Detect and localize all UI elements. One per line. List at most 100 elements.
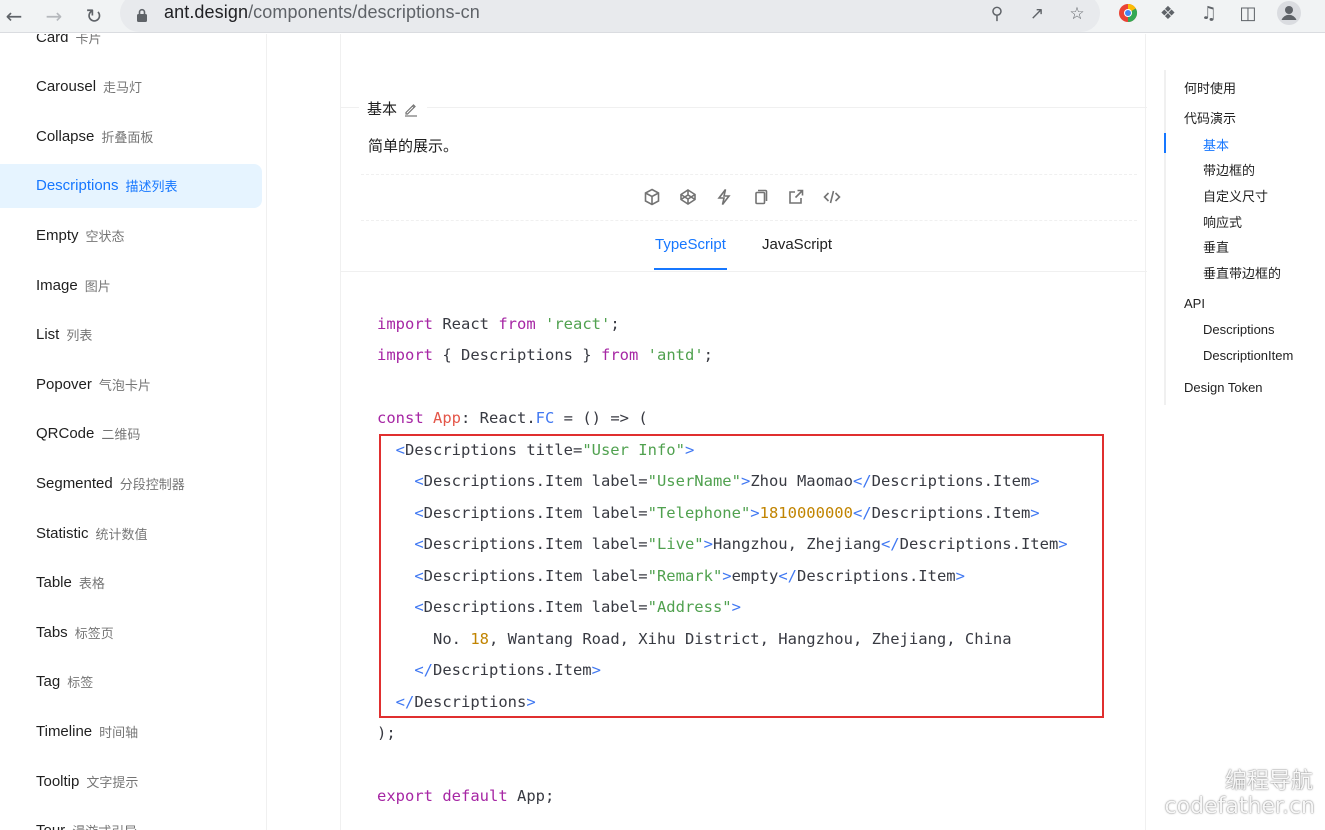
sidebar-item-label: Timeline: [36, 722, 93, 740]
code-token: 'antd': [647, 346, 704, 364]
anchor-link[interactable]: 代码演示: [1184, 108, 1236, 127]
zoom-icon[interactable]: ⚲: [986, 3, 1008, 25]
sidebar-item-list[interactable]: List 列表: [0, 313, 262, 357]
anchor-link[interactable]: API: [1184, 296, 1205, 311]
sidebar-item-empty[interactable]: Empty 空状态: [0, 213, 262, 257]
anchor-link[interactable]: Descriptions: [1203, 322, 1275, 337]
url-path: /components/descriptions-cn: [248, 2, 480, 22]
code-token: ;: [610, 315, 620, 333]
anchor-link[interactable]: 自定义尺寸: [1203, 186, 1268, 205]
sidebar-item-tabs[interactable]: Tabs 标签页: [0, 610, 262, 654]
sidebar-item-qrcode[interactable]: QRCode 二维码: [0, 412, 262, 456]
sidebar-item-sublabel: 表格: [78, 576, 105, 592]
demo-description: 简单的展示。: [368, 138, 459, 155]
sidebar-item-sublabel: 走马灯: [103, 80, 143, 96]
sidebar-item-timeline[interactable]: Timeline 时间轴: [0, 709, 262, 753]
sidebar-item-collapse[interactable]: Collapse 折叠面板: [0, 114, 262, 158]
sidebar-item-tour[interactable]: Tour 漫游式引导: [0, 809, 262, 830]
sidebar-item-tag[interactable]: Tag 标签: [0, 660, 262, 704]
anchor-link[interactable]: 基本: [1203, 135, 1229, 154]
share-icon[interactable]: ↗: [1026, 3, 1048, 25]
demo-card: 基本 简单的展示。 TypeScript JavaScript import R…: [340, 34, 1147, 830]
anchor-link[interactable]: 何时使用: [1184, 78, 1236, 97]
component-sidebar: Card 卡片 Carousel 走马灯 Collapse 折叠面板 Description…: [0, 34, 267, 830]
code-token: 'react': [545, 315, 611, 333]
back-icon[interactable]: ←: [1, 3, 27, 29]
sidebar-item-sublabel: 分段控制器: [119, 476, 185, 492]
anchor-link[interactable]: DescriptionItem: [1203, 348, 1293, 363]
bookmark-star-icon[interactable]: ☆: [1066, 3, 1088, 25]
sidebar-item-card[interactable]: Card 卡片: [0, 34, 262, 59]
sidebar-item-label: Card: [36, 34, 69, 46]
reload-icon[interactable]: ↻: [81, 3, 107, 29]
code-token: : React.: [461, 409, 536, 427]
sidebar-item-sublabel: 文字提示: [86, 774, 139, 790]
sidebar-item-label: Table: [36, 574, 72, 592]
url-text: ant.design/components/descriptions-cn: [164, 2, 480, 23]
sidebar-item-tooltip[interactable]: Tooltip 文字提示: [0, 759, 262, 803]
sidebar-item-sublabel: 空状态: [85, 228, 125, 244]
sidebar-item-sublabel: 图片: [84, 278, 111, 294]
sidebar-item-table[interactable]: Table 表格: [0, 561, 262, 605]
sidebar-item-segmented[interactable]: Segmented 分段控制器: [0, 461, 262, 505]
media-icon[interactable]: ♫: [1196, 0, 1222, 26]
actions-divider: [361, 220, 1137, 221]
code-expand-icon[interactable]: [821, 186, 843, 208]
anchor-link[interactable]: 带边框的: [1203, 160, 1255, 179]
open-new-window-icon[interactable]: [785, 186, 807, 208]
sidebar-item-sublabel: 描述列表: [125, 179, 178, 195]
sidebar-item-statistic[interactable]: Statistic 统计数值: [0, 511, 262, 555]
sidebar-item-image[interactable]: Image 图片: [0, 263, 262, 307]
stackblitz-icon[interactable]: [713, 186, 735, 208]
code-line: );: [377, 723, 396, 743]
code-token: ;: [703, 346, 713, 364]
code-line: import { Descriptions } from 'antd';: [377, 345, 713, 365]
codepen-icon[interactable]: [677, 186, 699, 208]
sidebar-item-popover[interactable]: Popover 气泡卡片: [0, 362, 262, 406]
address-bar[interactable]: ant.design/components/descriptions-cn ⚲ …: [120, 0, 1100, 32]
lock-icon: [137, 8, 147, 22]
sidebar-item-label: Carousel: [36, 78, 97, 96]
code-token: default: [433, 787, 508, 805]
tab-javascript[interactable]: JavaScript: [762, 236, 832, 253]
tab-typescript[interactable]: TypeScript: [655, 236, 726, 253]
demo-title: 基本: [359, 98, 428, 119]
anchor-link[interactable]: Design Token: [1184, 380, 1263, 395]
sidebar-item-label: Empty: [36, 226, 79, 244]
code-line: const App: React.FC = () => (: [377, 408, 648, 428]
code-token: export: [377, 787, 433, 805]
forward-icon[interactable]: →: [41, 3, 67, 29]
sidebar-item-label: Tooltip: [36, 772, 80, 790]
sidebar-item-sublabel: 折叠面板: [101, 129, 154, 145]
sidepanel-icon[interactable]: ◫: [1235, 0, 1261, 26]
sidebar-item-sublabel: 漫游式引导: [72, 821, 137, 830]
code-token: { Descriptions }: [433, 346, 601, 364]
sidebar-item-descriptions[interactable]: Descriptions 描述列表: [0, 163, 262, 208]
sidebar-item-label: Tabs: [36, 623, 68, 641]
code-token: App;: [507, 787, 555, 805]
code-token: from: [498, 315, 536, 333]
sidebar-item-sublabel: 气泡卡片: [98, 377, 151, 393]
anchor-link[interactable]: 垂直带边框的: [1203, 263, 1281, 282]
sidebar-item-label: Image: [36, 276, 78, 294]
sidebar-item-label: Descriptions: [36, 177, 119, 195]
codesandbox-icon[interactable]: [641, 186, 663, 208]
copy-icon[interactable]: [749, 186, 771, 208]
demo-actions: [641, 186, 843, 208]
puzzle-icon[interactable]: ❖: [1155, 0, 1181, 26]
sidebar-item-sublabel: 标签: [67, 675, 94, 691]
profile-icon[interactable]: [1276, 0, 1302, 26]
sidebar-item-sublabel: 列表: [66, 328, 93, 344]
sidebar-item-sublabel: 标签页: [74, 625, 114, 641]
title-divider: [341, 107, 1147, 108]
chrome-extension-icon[interactable]: [1115, 0, 1141, 26]
sidebar-item-carousel[interactable]: Carousel 走马灯: [0, 65, 262, 109]
demo-divider: [361, 174, 1137, 175]
edit-icon[interactable]: [403, 101, 419, 117]
watermark-line1: 编程导航: [1224, 769, 1313, 794]
code-token: const: [377, 409, 424, 427]
tab-active-indicator: [654, 268, 727, 270]
code-line: export default App;: [377, 786, 554, 806]
anchor-link[interactable]: 响应式: [1203, 212, 1242, 231]
anchor-link[interactable]: 垂直: [1203, 237, 1229, 256]
